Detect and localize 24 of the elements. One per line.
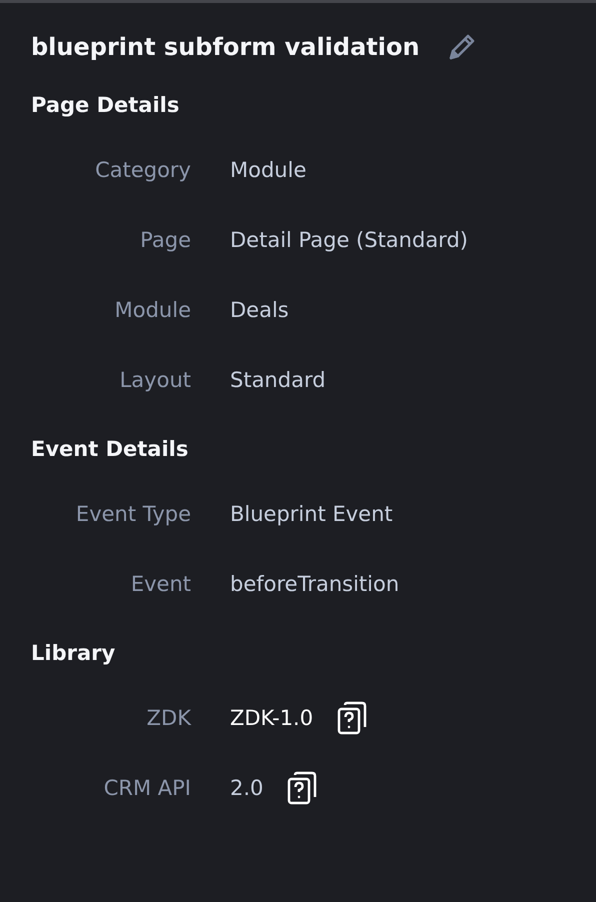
help-button[interactable] [337, 701, 368, 735]
section-heading: Library [31, 640, 116, 667]
field-value: Standard [230, 368, 326, 392]
field-label: Category [95, 158, 191, 182]
field-label: Layout [120, 368, 191, 392]
field-value: Deals [230, 298, 289, 322]
field-label: Page [140, 228, 191, 252]
field-value: beforeTransition [230, 572, 400, 596]
help-document-icon [287, 771, 318, 805]
field-label: ZDK [146, 706, 191, 730]
field-value: Detail Page (Standard) [230, 228, 468, 252]
field-label: Module [114, 298, 191, 322]
field-value: 2.0 [230, 776, 264, 800]
field-label: Event Type [76, 502, 191, 526]
section-heading: Page Details [31, 92, 180, 119]
section-heading: Event Details [31, 436, 190, 463]
field-label: CRM API [104, 776, 191, 800]
help-document-icon [337, 701, 368, 735]
field-value: Blueprint Event [230, 502, 393, 526]
field-value: Module [230, 158, 306, 182]
help-button[interactable] [287, 771, 318, 805]
field-value: ZDK-1.0 [230, 706, 314, 730]
field-label: Event [130, 572, 191, 596]
panel-title: blueprint subform validation [31, 33, 420, 61]
